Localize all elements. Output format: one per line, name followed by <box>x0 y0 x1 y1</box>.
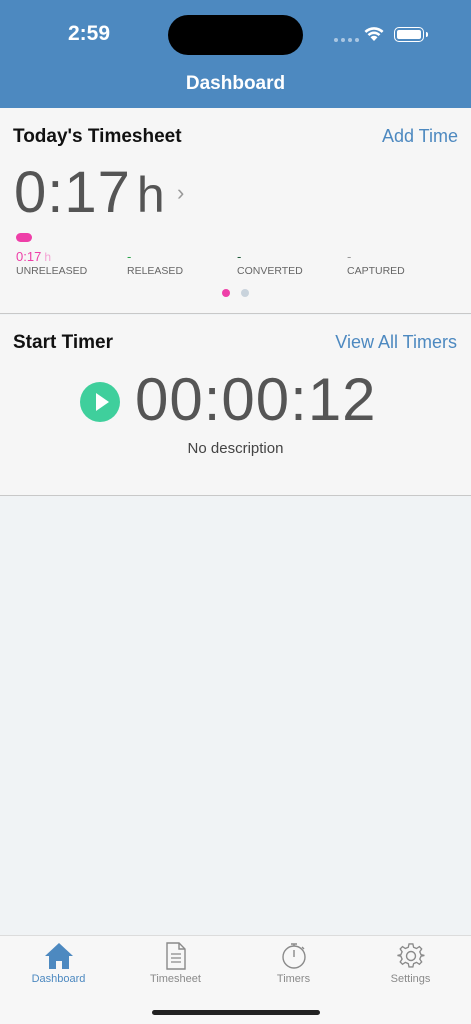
stat-label: CONVERTED <box>237 265 303 277</box>
status-bar: 2:59 <box>0 0 471 62</box>
stat-value-text: - <box>237 249 242 264</box>
page-indicator[interactable] <box>222 289 249 297</box>
timesheet-title: Today's Timesheet <box>13 126 182 147</box>
dynamic-island <box>168 15 303 55</box>
total-value: 0:17 <box>14 160 131 225</box>
tab-label: Dashboard <box>31 973 86 985</box>
page-dot[interactable] <box>241 289 249 297</box>
stat-unit: h <box>44 250 51 264</box>
stopwatch-icon <box>281 943 306 969</box>
tab-dashboard[interactable]: Dashboard <box>0 942 117 985</box>
stat-released: - RELEASED <box>127 249 237 277</box>
navigation-bar: Dashboard <box>0 62 471 108</box>
stat-value: - <box>237 249 347 265</box>
stat-unreleased: 0:17 h UNRELEASED <box>16 249 126 277</box>
page-dot[interactable] <box>222 289 230 297</box>
tab-label: Timesheet <box>150 973 201 985</box>
gear-icon <box>396 943 425 968</box>
clock: 2:59 <box>68 22 111 45</box>
timer-elapsed[interactable]: 00:00:12 <box>135 370 377 430</box>
timesheet-total[interactable]: 0:17 h <box>14 164 166 222</box>
home-icon <box>44 943 73 969</box>
stat-label: CAPTURED <box>347 265 405 277</box>
tab-timers[interactable]: Timers <box>235 942 352 985</box>
timesheet-card: Today's Timesheet Add Time 0:17 h › 0:17 h… <box>0 108 471 314</box>
unreleased-indicator-pill <box>16 233 32 242</box>
start-timer-title: Start Timer <box>13 332 113 353</box>
document-icon <box>165 942 186 970</box>
home-indicator <box>152 1010 320 1015</box>
cellular-signal-icon <box>334 38 359 42</box>
stat-captured: - CAPTURED <box>347 249 457 277</box>
stat-label: RELEASED <box>127 265 184 277</box>
stat-value: 0:17 h <box>16 249 126 265</box>
chevron-right-icon[interactable]: › <box>177 180 184 206</box>
timer-card: Start Timer View All Timers 00:00:12 No … <box>0 315 471 496</box>
stat-converted: - CONVERTED <box>237 249 347 277</box>
tab-label: Settings <box>390 973 431 985</box>
battery-icon <box>394 27 428 42</box>
view-all-timers-button[interactable]: View All Timers <box>335 332 457 353</box>
timer-description[interactable]: No description <box>0 440 471 457</box>
page-title: Dashboard <box>185 73 286 94</box>
stat-value-text: 0:17 <box>16 249 42 264</box>
play-button[interactable] <box>80 382 120 422</box>
tab-timesheet[interactable]: Timesheet <box>117 942 234 985</box>
add-time-button[interactable]: Add Time <box>382 126 458 147</box>
stat-value-text: - <box>127 249 132 264</box>
stat-value: - <box>127 249 237 265</box>
stat-value: - <box>347 249 457 265</box>
stat-label: UNRELEASED <box>16 265 88 277</box>
stat-value-text: - <box>347 249 352 264</box>
tab-settings[interactable]: Settings <box>352 942 469 985</box>
wifi-icon <box>364 27 384 41</box>
total-unit: h <box>136 167 166 223</box>
tab-label: Timers <box>276 973 311 985</box>
